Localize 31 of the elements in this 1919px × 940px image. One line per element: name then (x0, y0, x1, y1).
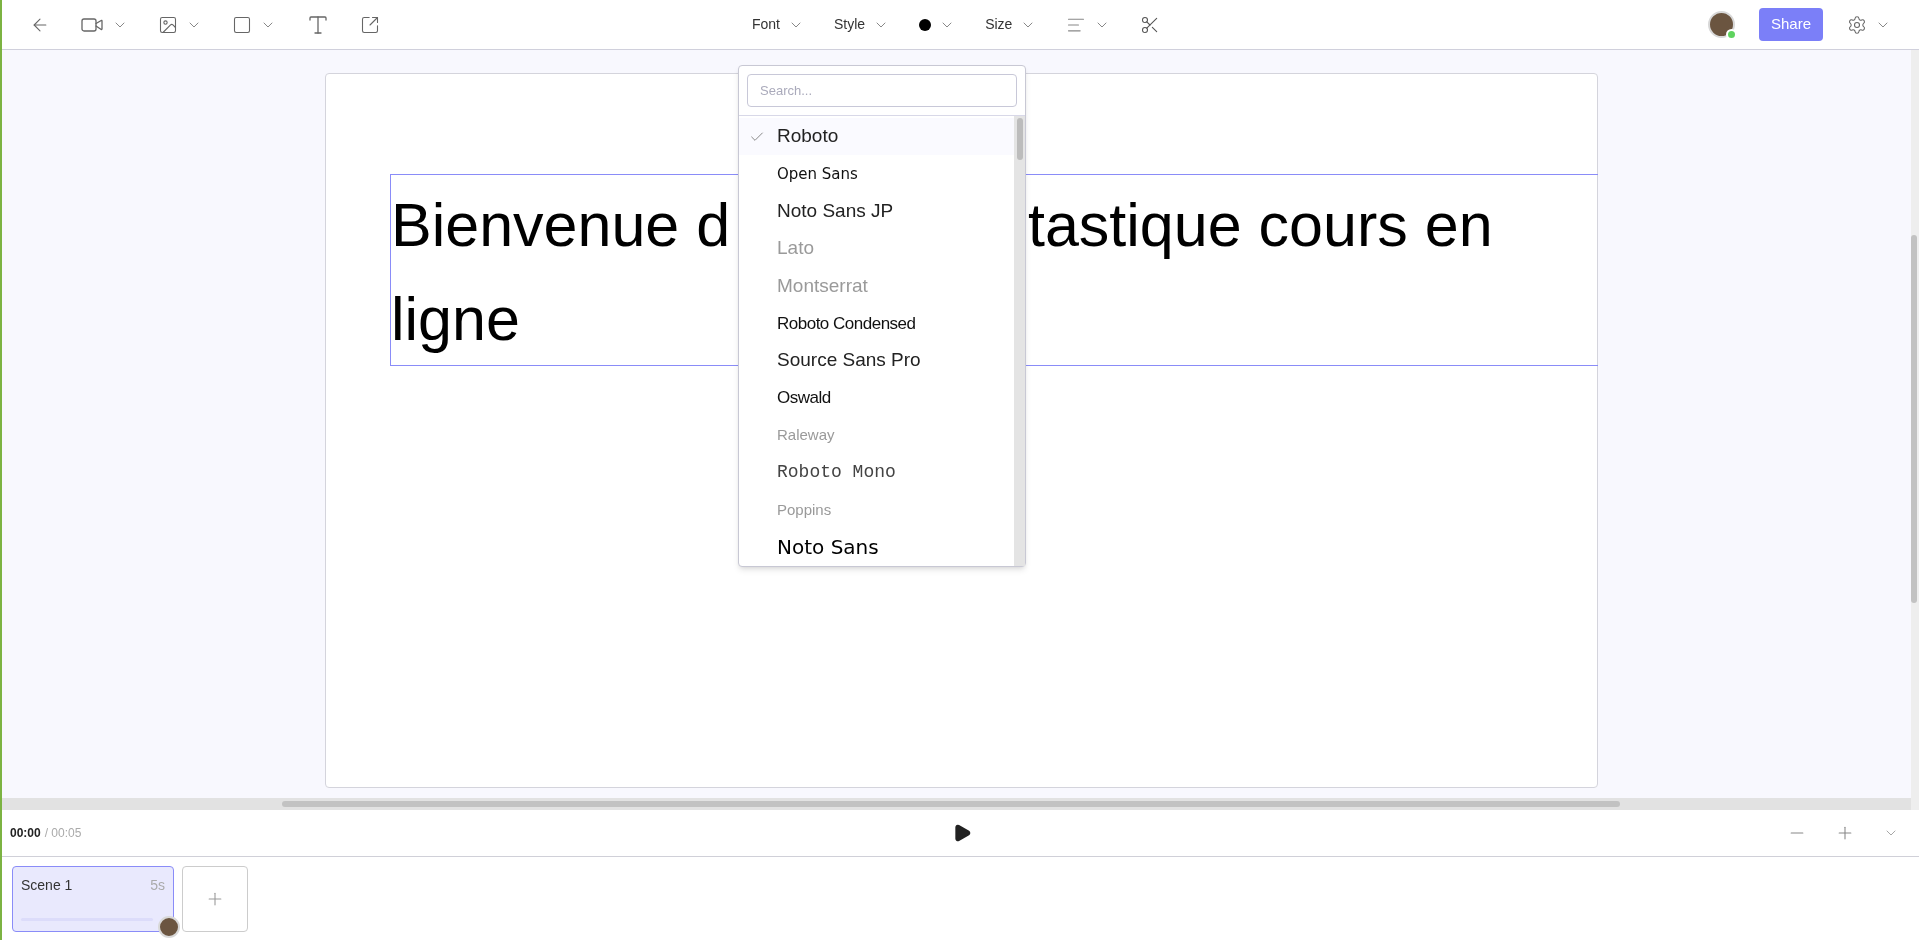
toolbar-menu-button[interactable]: Style (834, 14, 866, 35)
heading-text: ligne (391, 284, 520, 355)
square-shape-icon[interactable] (232, 14, 252, 35)
dropdown-scrollbar[interactable] (1016, 118, 1023, 160)
current-time: 00:00 (10, 825, 41, 842)
heading-text: tastique cours en (1028, 190, 1493, 261)
toolbar-menu-button[interactable]: Font (752, 14, 780, 35)
heading-text: Bienvenue d (391, 190, 732, 261)
settings-icon[interactable] (1847, 14, 1867, 35)
horizontal-scrollbar[interactable] (282, 801, 1620, 807)
scene-card[interactable]: Scene 1 5s (12, 866, 174, 932)
search-field[interactable]: Search... (747, 74, 1017, 107)
play-icon[interactable] (952, 823, 972, 843)
font-option[interactable]: Open Sans (739, 155, 1014, 193)
image-icon[interactable] (158, 14, 178, 35)
font-option[interactable]: Roboto (739, 118, 1014, 156)
font-option[interactable]: Noto Sans JP (739, 192, 1014, 230)
avatar (1707, 11, 1735, 38)
total-time: / 00:05 (44, 825, 82, 842)
font-option[interactable]: Roboto Mono (739, 453, 1014, 492)
font-option[interactable]: Roboto Condensed (739, 304, 1014, 342)
color-swatch-icon[interactable] (919, 18, 932, 31)
avatar (158, 916, 180, 938)
scene-name: Scene 1 (21, 876, 73, 895)
font-option[interactable]: Noto Sans (739, 528, 1014, 566)
font-option[interactable]: Source Sans Pro (739, 341, 1014, 380)
toolbar-menu-button[interactable]: Size (985, 14, 1013, 35)
vertical-scrollbar[interactable] (1911, 235, 1917, 603)
external-link-icon[interactable] (360, 14, 380, 35)
scene-duration: 5s (150, 876, 165, 895)
font-option[interactable]: Oswald (739, 379, 1014, 417)
